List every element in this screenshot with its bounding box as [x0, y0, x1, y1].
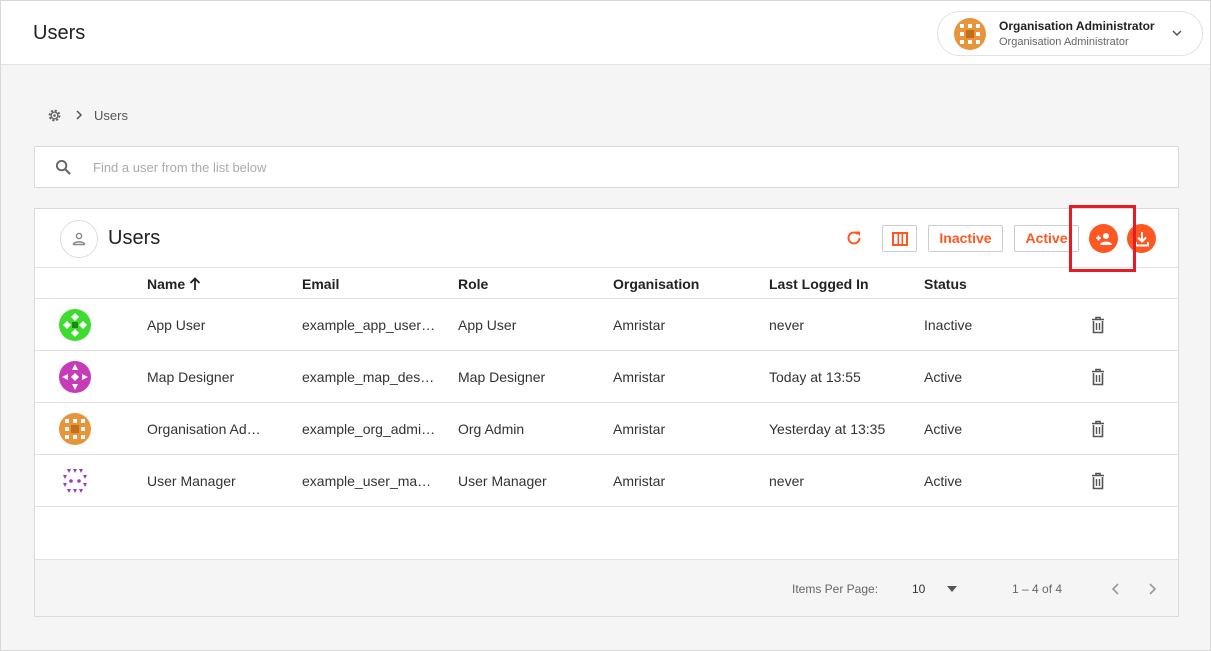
caret-down-icon[interactable]: [947, 586, 957, 592]
user-last-logged-in-cell: never: [769, 473, 805, 489]
card-title: Users: [108, 227, 161, 249]
inactive-filter-button[interactable]: Inactive: [928, 225, 1003, 252]
column-header-organisation[interactable]: Organisation: [613, 276, 699, 292]
user-name-cell: Organisation Adm…: [147, 421, 272, 437]
user-avatar: [954, 18, 986, 50]
chevron-down-icon: [1172, 30, 1182, 37]
user-status-cell: Active: [924, 369, 963, 385]
user-name-cell: Map Designer: [147, 369, 235, 385]
user-last-logged-in-cell: Today at 13:55: [769, 369, 861, 385]
user-status-cell: Active: [924, 473, 963, 489]
search-bar: [34, 146, 1179, 188]
table-row[interactable]: Organisation Adm… example_org_admin… Org…: [35, 403, 1178, 455]
items-per-page-label: Items Per Page:: [792, 582, 879, 596]
download-icon: [1135, 232, 1149, 247]
add-user-icon: [1096, 233, 1112, 245]
trash-icon[interactable]: [1090, 316, 1106, 334]
items-per-page-select[interactable]: 10: [912, 582, 925, 596]
users-card: Users Inactive Active Name Email Role Or…: [34, 205, 1179, 617]
columns-button[interactable]: [882, 225, 917, 252]
user-organisation-cell: Amristar: [613, 421, 666, 437]
refresh-icon[interactable]: [845, 229, 863, 247]
user-avatar: [59, 413, 91, 445]
column-header-status[interactable]: Status: [924, 276, 967, 292]
user-last-logged-in-cell: Yesterday at 13:35: [769, 421, 886, 437]
table-row[interactable]: User Manager example_user_man… User Mana…: [35, 455, 1178, 507]
paginator: Items Per Page: 10 1 – 4 of 4: [35, 559, 1178, 616]
breadcrumb-current: Users: [94, 108, 128, 123]
download-button[interactable]: [1127, 224, 1156, 253]
user-organisation-cell: Amristar: [613, 369, 666, 385]
card-header: Users Inactive Active: [35, 205, 1178, 272]
user-organisation-cell: Amristar: [613, 473, 666, 489]
user-role-cell: User Manager: [458, 473, 547, 489]
user-email-cell: example_map_desi…: [302, 369, 437, 385]
user-avatar: [59, 361, 91, 393]
user-organisation-cell: Amristar: [613, 317, 666, 333]
add-user-button[interactable]: [1089, 224, 1118, 253]
search-input[interactable]: [93, 156, 1153, 178]
user-name-cell: User Manager: [147, 473, 236, 489]
table-header: Name Email Role Organisation Last Logged…: [35, 268, 1178, 299]
user-status-cell: Active: [924, 421, 963, 437]
user-email-cell: example_org_admin…: [302, 421, 437, 437]
user-menu-button[interactable]: Organisation Administrator Organisation …: [937, 11, 1203, 56]
chevron-right-icon: [76, 110, 83, 120]
page-range: 1 – 4 of 4: [1012, 582, 1063, 596]
sort-arrow-up-icon: [190, 277, 201, 290]
column-header-email[interactable]: Email: [302, 276, 339, 292]
column-header-name[interactable]: Name: [147, 276, 201, 292]
user-avatar: [59, 309, 91, 341]
user-role: Organisation Administrator: [999, 36, 1129, 48]
user-email-cell: example_app_user…: [302, 317, 436, 333]
top-bar: Users Organisation Administrator Organis…: [1, 1, 1210, 65]
active-filter-button[interactable]: Active: [1014, 225, 1079, 252]
user-name-cell: App User: [147, 317, 206, 333]
user-role-cell: Org Admin: [458, 421, 525, 437]
search-icon: [55, 159, 71, 175]
page-title: Users: [33, 22, 86, 44]
table-row[interactable]: Map Designer example_map_desi… Map Desig…: [35, 351, 1178, 403]
next-page-icon[interactable]: [1146, 582, 1158, 596]
trash-icon[interactable]: [1090, 368, 1106, 386]
column-header-last-logged-in[interactable]: Last Logged In: [769, 276, 869, 292]
columns-icon: [892, 232, 908, 246]
trash-icon[interactable]: [1090, 472, 1106, 490]
user-role-cell: App User: [458, 317, 517, 333]
user-avatar: [59, 465, 91, 497]
previous-page-icon[interactable]: [1110, 582, 1122, 596]
user-name: Organisation Administrator: [999, 19, 1155, 33]
gear-icon[interactable]: [47, 108, 62, 123]
user-role-cell: Map Designer: [458, 369, 546, 385]
trash-icon[interactable]: [1090, 420, 1106, 438]
user-last-logged-in-cell: never: [769, 317, 805, 333]
user-status-cell: Inactive: [924, 317, 973, 333]
user-email-cell: example_user_man…: [302, 473, 437, 489]
column-header-role[interactable]: Role: [458, 276, 488, 292]
user-icon: [60, 220, 98, 258]
table-row[interactable]: App User example_app_user… App User Amri…: [35, 299, 1178, 351]
